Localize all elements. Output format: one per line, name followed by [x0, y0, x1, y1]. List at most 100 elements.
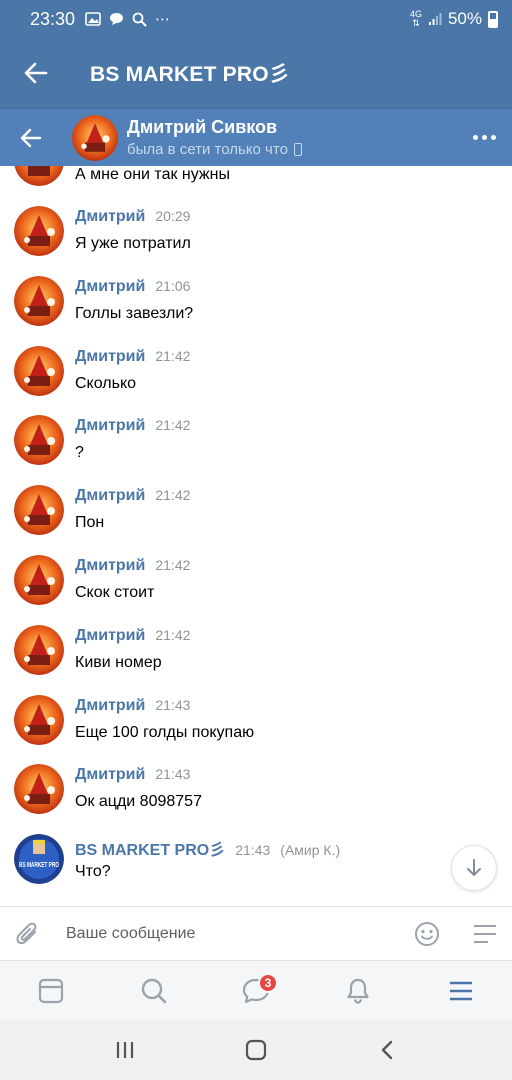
- message-item[interactable]: Дмитрий 21:42?: [0, 415, 512, 485]
- avatar[interactable]: [14, 625, 64, 675]
- battery-percent: 50%: [447, 9, 482, 28]
- home-button[interactable]: [226, 1020, 286, 1080]
- message-item[interactable]: Дмитрий 21:43 Еще 100 голды покупаю: [0, 695, 512, 765]
- author-name: Дмитрий: [75, 766, 146, 783]
- message-author[interactable]: Дмитрий 21:06: [75, 278, 190, 296]
- avatar[interactable]: [14, 764, 64, 814]
- author-name: Дмитрий: [75, 348, 146, 365]
- avatar-image: [14, 346, 64, 396]
- message-time: 21:42: [155, 627, 191, 643]
- message-author[interactable]: Дмитрий 21:42: [75, 487, 190, 505]
- system-nav-bar: [0, 1020, 512, 1080]
- chat-more-button[interactable]: [456, 109, 512, 167]
- chat-avatar[interactable]: [72, 114, 118, 161]
- message-time: 21:42: [155, 487, 191, 503]
- message-item[interactable]: Дмитрий 21:42 Сколько: [0, 346, 512, 416]
- network-type-icon: 4G ⇅: [409, 9, 422, 28]
- avatar[interactable]: [14, 415, 64, 465]
- message-author[interactable]: BS MARKET PRO彡 21:43 (Амир К.): [75, 836, 340, 860]
- chat-info[interactable]: Дмитрий Сивков была в сети только что: [127, 117, 302, 158]
- tab-messages[interactable]: 3: [226, 961, 286, 1021]
- avatar[interactable]: [14, 555, 64, 605]
- message-input[interactable]: [66, 924, 396, 943]
- message-time: 21:42: [155, 417, 191, 433]
- avatar[interactable]: [14, 346, 64, 396]
- recent-apps-icon: [117, 1042, 134, 1058]
- message-item[interactable]: Дмитрий 21:42 Пон: [0, 485, 512, 555]
- chevron-left-icon: [381, 1040, 392, 1060]
- tab-notifications[interactable]: [328, 961, 388, 1021]
- avatar[interactable]: [14, 166, 64, 186]
- arrow-left-icon: [20, 128, 42, 147]
- avatar-image: BS MARKET PRO: [14, 834, 64, 884]
- message-author[interactable]: Дмитрий 21:42: [75, 417, 190, 435]
- search-status-icon: [132, 12, 147, 27]
- avatar[interactable]: [14, 276, 64, 326]
- message-item[interactable]: BS MARKET PRO BS MARKET PRO彡 21:43 (Амир К.…: [0, 834, 512, 904]
- bell-icon: [347, 978, 369, 1004]
- avatar-image: [14, 415, 64, 465]
- avatar-image: [14, 555, 64, 605]
- more-dot: [481, 135, 487, 140]
- message-author[interactable]: Дмитрий 21:42: [75, 348, 190, 366]
- message-item[interactable]: Дмитрий 21:06 Голлы завезли?: [0, 276, 512, 346]
- chat-bubble-icon: [110, 13, 124, 25]
- tab-news[interactable]: [21, 961, 81, 1021]
- chat-back-button[interactable]: [0, 109, 62, 167]
- message-text: ?: [75, 444, 84, 461]
- status-right: 4G ⇅ 50%: [410, 9, 498, 29]
- back-button[interactable]: [357, 1020, 417, 1080]
- message-text: Ок ацди 8098757: [75, 793, 202, 810]
- scroll-down-button[interactable]: [451, 845, 497, 891]
- tab-search[interactable]: [124, 961, 184, 1021]
- attach-button[interactable]: [0, 907, 56, 961]
- author-name: Дмитрий: [75, 278, 146, 295]
- avatar-image: [72, 114, 118, 161]
- message-time: 21:43: [235, 842, 271, 858]
- author-name: BS MARKET PRO彡: [75, 842, 226, 859]
- message-text: Еще 100 голды покупаю: [75, 724, 255, 741]
- author-name: Дмитрий: [75, 417, 146, 434]
- message-time: 21:43: [155, 766, 191, 782]
- newsfeed-icon: [39, 978, 64, 1003]
- avatar[interactable]: [14, 206, 64, 256]
- message-item[interactable]: Дмитрий 20:29 Я уже потратил: [0, 206, 512, 276]
- templates-button[interactable]: [472, 923, 498, 945]
- avatar-image: [14, 206, 64, 256]
- recent-apps-button[interactable]: [95, 1020, 155, 1080]
- avatar[interactable]: [14, 695, 64, 745]
- home-icon: [245, 1039, 267, 1061]
- author-name: Дмитрий: [75, 557, 146, 574]
- message-text: Пон: [75, 514, 105, 531]
- author-name: Дмитрий: [75, 697, 146, 714]
- tab-menu[interactable]: [431, 961, 491, 1021]
- hamburger-menu-icon: [449, 981, 472, 1000]
- app-back-button[interactable]: [0, 38, 72, 108]
- message-author[interactable]: Дмитрий 21:43: [75, 766, 190, 784]
- message-item[interactable]: Дмитрий 21:42 Киви номер: [0, 625, 512, 695]
- avatar-image: [14, 695, 64, 745]
- message-author[interactable]: Дмитрий 21:42: [75, 627, 190, 645]
- network-label: 4G: [409, 9, 422, 19]
- more-dot: [472, 135, 478, 140]
- message-text: Что?: [75, 863, 111, 880]
- emoji-button[interactable]: [412, 919, 442, 949]
- message-item[interactable]: Дмитрий 21:42 Скок стоит: [0, 555, 512, 625]
- message-item[interactable]: Дмитрий 21:43 Ок ацди 8098757: [0, 764, 512, 834]
- message-time: 21:06: [155, 278, 191, 294]
- avatar-image: [14, 166, 64, 186]
- mobile-icon: [293, 143, 302, 156]
- message-author[interactable]: Дмитрий 21:43: [75, 697, 190, 715]
- avatar[interactable]: BS MARKET PRO: [14, 834, 64, 884]
- gallery-icon: [85, 12, 101, 26]
- message-author[interactable]: Дмитрий 20:29: [75, 208, 190, 226]
- message-time: 21:42: [155, 557, 191, 573]
- message-time: 21:43: [155, 697, 191, 713]
- avatar[interactable]: [14, 485, 64, 535]
- message-author[interactable]: Дмитрий 21:42: [75, 557, 190, 575]
- text-lines-icon: [474, 925, 496, 943]
- message-sender-note: (Амир К.): [280, 842, 341, 858]
- message-list[interactable]: А мне они так нужны Дмитрий 20:29 Я уже по…: [0, 166, 512, 906]
- avatar-image: [14, 764, 64, 814]
- avatar-image: [14, 625, 64, 675]
